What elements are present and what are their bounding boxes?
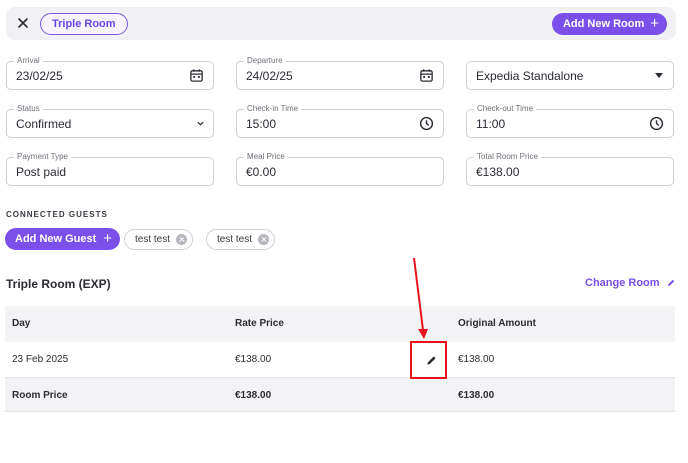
total-room-price-field[interactable]: Total Room Price €138.00	[466, 152, 674, 186]
column-header-original-amount: Original Amount	[458, 318, 536, 329]
row-day: 23 Feb 2025	[12, 354, 69, 365]
pencil-icon[interactable]	[426, 355, 437, 366]
guest-chip-label: test test	[217, 234, 253, 245]
payment-type-value: Post paid	[16, 165, 67, 179]
guest-chip-label: test test	[135, 234, 171, 245]
add-new-room-button[interactable]: Add New Room +	[551, 13, 667, 35]
clock-icon[interactable]	[649, 116, 664, 131]
calendar-icon[interactable]	[419, 68, 434, 83]
arrival-field[interactable]: Arrival 23/02/25	[6, 56, 214, 90]
calendar-icon[interactable]	[189, 68, 204, 83]
rates-table: Day Rate Price Original Amount 23 Feb 20…	[5, 306, 675, 412]
total-room-price-label: Total Room Price	[474, 152, 541, 162]
meal-price-value: €0.00	[246, 165, 277, 179]
status-value: Confirmed	[16, 117, 72, 131]
table-footer: Room Price €138.00 €138.00	[5, 378, 675, 412]
connected-guests-title: CONNECTED GUESTS	[6, 210, 108, 219]
column-header-day: Day	[12, 318, 31, 329]
payment-type-field[interactable]: Payment Type Post paid	[6, 152, 214, 186]
meal-price-label: Meal Price	[244, 152, 288, 162]
guest-chip[interactable]: test test	[124, 229, 194, 250]
remove-guest-icon[interactable]	[258, 234, 270, 245]
guest-chip[interactable]: test test	[206, 229, 276, 250]
departure-field[interactable]: Departure 24/02/25	[236, 56, 444, 90]
total-room-price-value: €138.00	[476, 165, 520, 179]
meal-price-field[interactable]: Meal Price €0.00	[236, 152, 444, 186]
channel-select[interactable]: Expedia Standalone	[466, 61, 674, 90]
close-icon[interactable]	[15, 15, 31, 31]
checkin-time-value: 15:00	[246, 117, 277, 131]
arrival-value: 23/02/25	[16, 69, 63, 83]
status-label: Status	[14, 104, 43, 114]
departure-value: 24/02/25	[246, 69, 293, 83]
departure-label: Departure	[244, 56, 286, 66]
status-select[interactable]: Status Confirmed	[6, 104, 214, 138]
table-header: Day Rate Price Original Amount	[5, 306, 675, 342]
pencil-icon	[667, 279, 674, 286]
row-rate-price: €138.00	[235, 354, 272, 365]
caret-down-icon	[655, 73, 663, 78]
table-row: 23 Feb 2025 €138.00 €138.00	[5, 342, 675, 378]
footer-rate-price: €138.00	[235, 390, 272, 401]
footer-room-price-label: Room Price	[12, 390, 68, 401]
checkout-time-value: 11:00	[476, 117, 506, 131]
channel-value: Expedia Standalone	[476, 69, 584, 83]
payment-type-label: Payment Type	[14, 152, 71, 162]
add-new-room-label: Add New Room	[562, 18, 645, 30]
chevron-down-icon	[197, 121, 204, 126]
checkout-time-label: Check-out Time	[474, 104, 537, 114]
room-chip[interactable]: Triple Room	[40, 13, 128, 35]
remove-guest-icon[interactable]	[176, 234, 188, 245]
checkin-time-field[interactable]: Check-in Time 15:00	[236, 104, 444, 138]
change-room-link[interactable]: Change Room	[585, 277, 676, 289]
arrival-label: Arrival	[14, 56, 43, 66]
plus-icon: +	[103, 230, 113, 247]
footer-original-amount: €138.00	[458, 390, 495, 401]
add-new-guest-button[interactable]: Add New Guest +	[5, 228, 121, 250]
row-original-amount: €138.00	[458, 354, 495, 365]
change-room-label: Change Room	[585, 277, 660, 289]
checkin-time-label: Check-in Time	[244, 104, 302, 114]
plus-icon: +	[650, 15, 659, 32]
clock-icon[interactable]	[419, 116, 434, 131]
add-new-guest-label: Add New Guest	[15, 233, 97, 245]
rate-plan-title: Triple Room (EXP)	[6, 277, 111, 291]
checkout-time-field[interactable]: Check-out Time 11:00	[466, 104, 674, 138]
column-header-rate-price: Rate Price	[235, 318, 284, 329]
top-bar: Triple Room Add New Room +	[6, 7, 676, 40]
